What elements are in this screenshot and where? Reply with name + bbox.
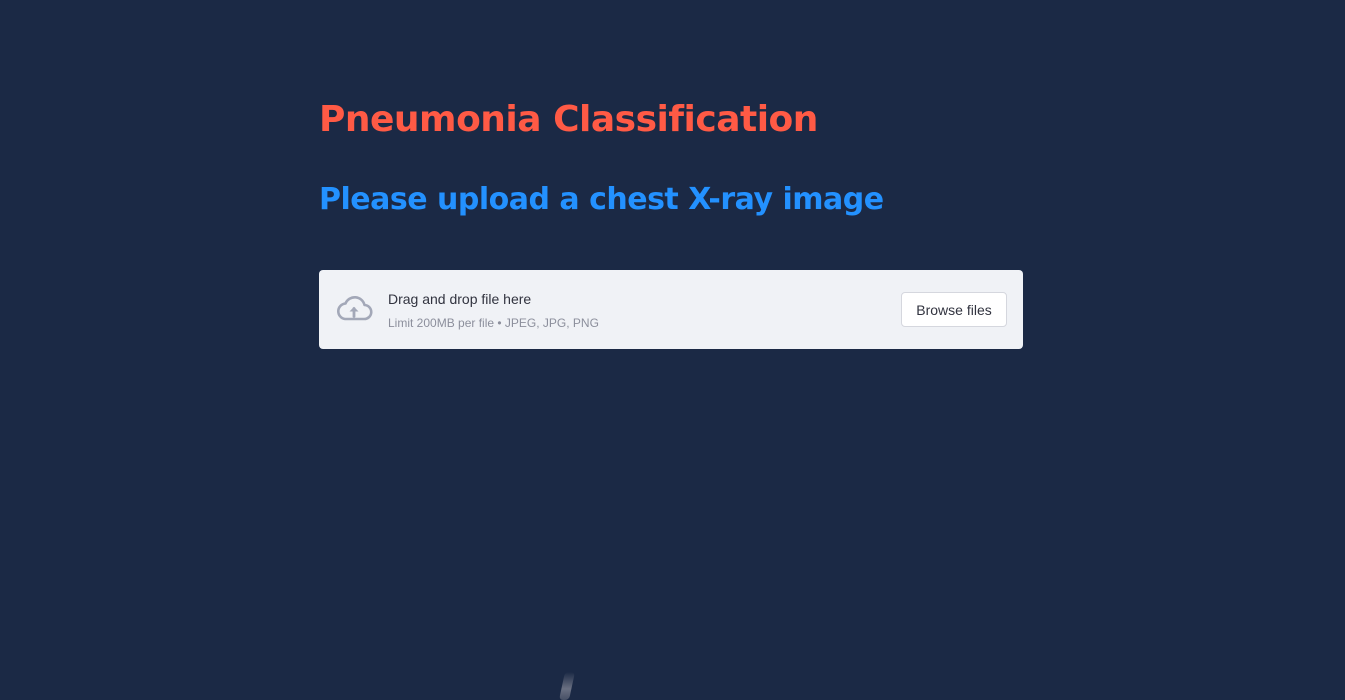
page-title: Pneumonia Classification — [319, 99, 818, 140]
file-uploader-dropzone[interactable]: Drag and drop file here Limit 200MB per … — [319, 270, 1023, 349]
uploader-instructions: Drag and drop file here Limit 200MB per … — [388, 289, 599, 331]
file-limit-hint: Limit 200MB per file • JPEG, JPG, PNG — [388, 316, 599, 330]
cloud-upload-icon — [335, 294, 373, 324]
drag-drop-label: Drag and drop file here — [388, 291, 532, 307]
page-subtitle: Please upload a chest X-ray image — [319, 182, 884, 217]
loading-streak — [559, 672, 575, 700]
browse-files-button[interactable]: Browse files — [901, 292, 1007, 327]
